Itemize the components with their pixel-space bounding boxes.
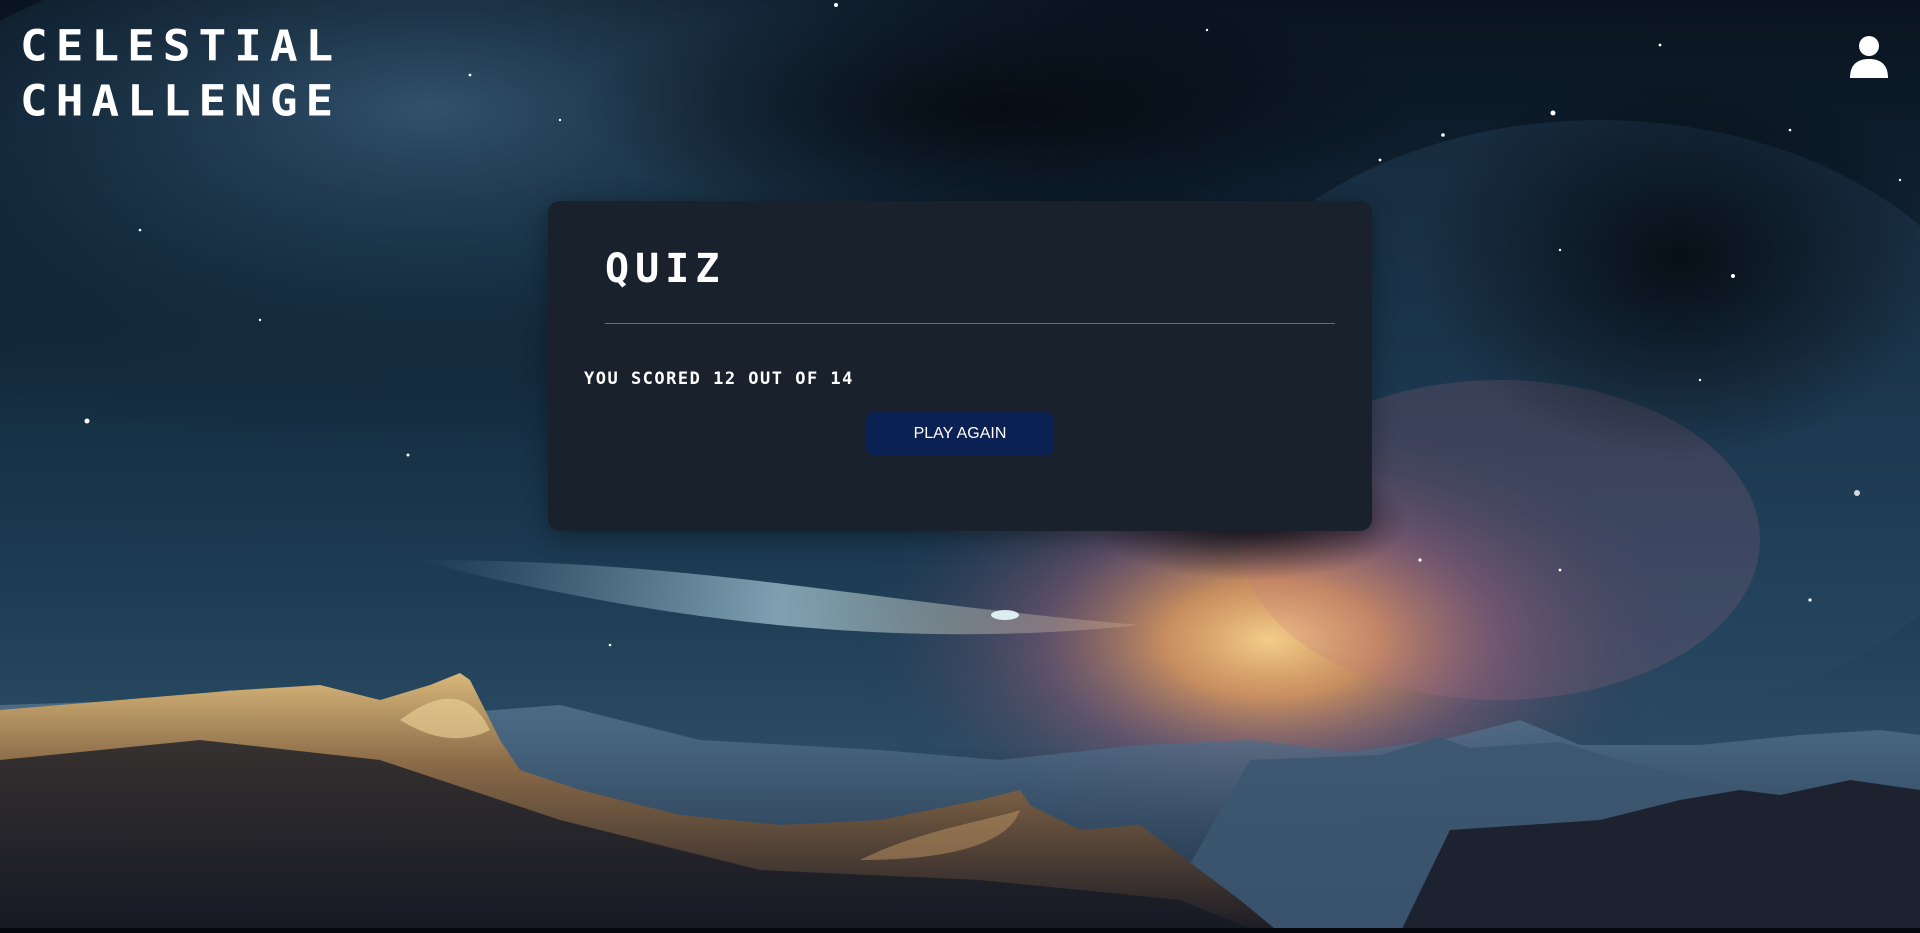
quiz-divider [605,323,1335,324]
user-icon[interactable] [1846,34,1892,80]
site-title-line2: CHALLENGE [20,75,342,126]
play-again-button[interactable]: PLAY AGAIN [866,412,1054,455]
site-title: CELESTIAL CHALLENGE [20,18,341,128]
site-title-line1: CELESTIAL [20,20,342,71]
quiz-heading: QUIZ [605,246,726,292]
quiz-card: QUIZ YOU SCORED 12 OUT OF 14 PLAY AGAIN [548,201,1372,531]
score-text: YOU SCORED 12 OUT OF 14 [584,369,854,389]
